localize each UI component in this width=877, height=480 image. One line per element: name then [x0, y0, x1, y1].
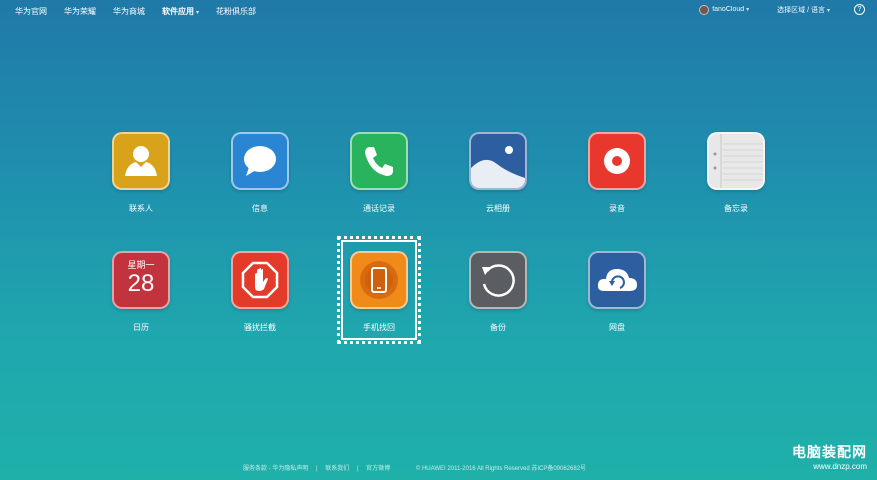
notepad-icon	[707, 132, 765, 190]
app-cloud-drive[interactable]: 网盘	[577, 251, 657, 333]
footer-terms-link[interactable]: 服务条款 - 华为隐私声明	[243, 466, 308, 472]
app-call-log[interactable]: 通话记录	[339, 132, 419, 214]
nav-software-apps-label: 软件应用	[162, 7, 194, 16]
nav-right: fanoCloud ▾ 选择区域 / 语言 ▾ ?	[699, 4, 865, 15]
app-label: 网盘	[609, 323, 625, 332]
region-language-selector[interactable]: 选择区域 / 语言 ▾	[777, 5, 830, 15]
calendar-icon: 星期一 28	[112, 251, 170, 309]
app-harassment-block[interactable]: 骚扰拦截	[220, 251, 300, 333]
watermark-title: 电脑装配网	[792, 444, 867, 460]
app-cloud-gallery[interactable]: 云相册	[458, 132, 538, 214]
nav-fans-club[interactable]: 花粉俱乐部	[216, 6, 256, 17]
chevron-down-icon: ▾	[746, 7, 750, 13]
footer: 服务条款 - 华为隐私声明 | 联系我们 | 官方微博 © HUAWEI 201…	[243, 463, 592, 472]
app-label: 备忘录	[724, 204, 748, 213]
nav-honor[interactable]: 华为荣耀	[64, 6, 96, 17]
watermark: 电脑装配网 www.dnzp.com	[792, 442, 867, 471]
phone-icon	[350, 132, 408, 190]
block-hand-icon	[231, 251, 289, 309]
nav-vmall[interactable]: 华为商城	[113, 6, 145, 17]
help-icon[interactable]: ?	[854, 4, 865, 15]
app-calendar[interactable]: 星期一 28 日历	[101, 251, 181, 333]
app-messages[interactable]: 信息	[220, 132, 300, 214]
chevron-down-icon: ▾	[196, 10, 200, 16]
cloud-drive-icon	[588, 251, 646, 309]
nav-software-apps[interactable]: 软件应用 ▾	[162, 6, 199, 17]
app-label: 云相册	[486, 204, 510, 213]
app-label: 录音	[609, 204, 625, 213]
avatar[interactable]	[699, 4, 710, 15]
backup-icon	[469, 251, 527, 309]
app-label: 通话记录	[363, 204, 395, 213]
app-label: 骚扰拦截	[244, 323, 276, 332]
messages-icon	[231, 132, 289, 190]
app-label: 日历	[133, 323, 149, 332]
app-contacts[interactable]: 联系人	[101, 132, 181, 214]
contacts-icon	[112, 132, 170, 190]
selection-highlight-frame	[337, 236, 421, 344]
app-backup[interactable]: 备份	[458, 251, 538, 333]
region-label: 选择区域 / 语言	[777, 6, 825, 14]
top-navigation-bar: 华为官网 华为荣耀 华为商城 软件应用 ▾ 花粉俱乐部 fanoCloud ▾ 选择…	[0, 0, 877, 24]
nav-links: 华为官网 华为荣耀 华为商城 软件应用 ▾ 花粉俱乐部	[15, 6, 273, 17]
app-label: 备份	[490, 323, 506, 332]
footer-separator: |	[356, 466, 359, 472]
nav-huawei-official[interactable]: 华为官网	[15, 6, 47, 17]
chevron-down-icon: ▾	[826, 7, 830, 14]
user-menu[interactable]: fanoCloud ▾	[712, 6, 749, 13]
recorder-icon	[588, 132, 646, 190]
watermark-url: www.dnzp.com	[813, 462, 867, 471]
app-recorder[interactable]: 录音	[577, 132, 657, 214]
footer-contact-link[interactable]: 联系我们	[325, 466, 349, 472]
footer-weibo-link[interactable]: 官方微博	[366, 466, 390, 472]
footer-copyright: © HUAWEI 2011-2016 All Rights Reserved 苏…	[415, 466, 587, 472]
app-notepad[interactable]: 备忘录	[696, 132, 776, 214]
gallery-icon	[469, 132, 527, 190]
app-label: 联系人	[129, 204, 153, 213]
app-label: 信息	[252, 204, 268, 213]
calendar-day: 28	[127, 270, 155, 297]
username-label: fanoCloud	[712, 6, 745, 13]
footer-separator: |	[316, 466, 318, 472]
